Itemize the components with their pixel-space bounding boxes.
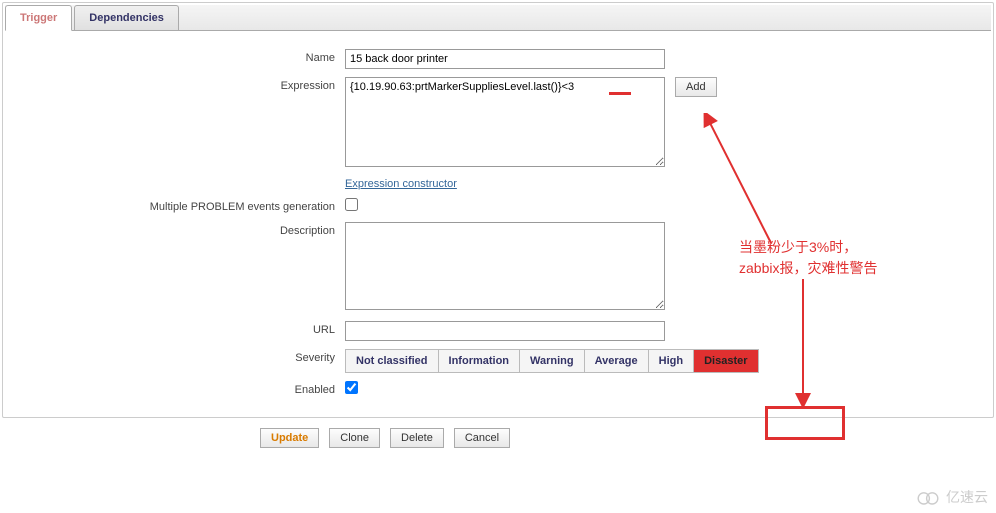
description-label: Description xyxy=(15,222,345,237)
clone-button[interactable]: Clone xyxy=(329,428,380,448)
watermark: 亿速云 xyxy=(914,487,988,507)
severity-group: Not classified Information Warning Avera… xyxy=(345,349,759,373)
severity-high[interactable]: High xyxy=(649,350,694,372)
severity-warning[interactable]: Warning xyxy=(520,350,585,372)
enabled-checkbox[interactable] xyxy=(345,381,358,394)
severity-not-classified[interactable]: Not classified xyxy=(346,350,439,372)
expression-constructor-link[interactable]: Expression constructor xyxy=(345,178,457,190)
name-input[interactable] xyxy=(345,49,665,69)
url-label: URL xyxy=(15,321,345,336)
multiple-problem-checkbox[interactable] xyxy=(345,198,358,211)
enabled-label: Enabled xyxy=(15,381,345,396)
update-button[interactable]: Update xyxy=(260,428,319,448)
name-label: Name xyxy=(15,49,345,64)
severity-information[interactable]: Information xyxy=(439,350,521,372)
delete-button[interactable]: Delete xyxy=(390,428,444,448)
url-input[interactable] xyxy=(345,321,665,341)
expression-input[interactable]: {10.19.90.63:prtMarkerSuppliesLevel.last… xyxy=(345,77,665,167)
tab-dependencies[interactable]: Dependencies xyxy=(74,5,179,30)
add-button[interactable]: Add xyxy=(675,77,717,97)
annotation-text: 当墨粉少于3%时， zabbix报，灾难性警告 xyxy=(739,237,877,279)
tabs-bar: Trigger Dependencies xyxy=(5,5,991,31)
multiple-problem-label: Multiple PROBLEM events generation xyxy=(15,198,345,213)
description-input[interactable] xyxy=(345,222,665,310)
form-area: Name Expression {10.19.90.63:prtMarkerSu… xyxy=(5,31,991,415)
button-bar: Update Clone Delete Cancel xyxy=(0,420,996,456)
expression-label: Expression xyxy=(15,77,345,92)
cancel-button[interactable]: Cancel xyxy=(454,428,510,448)
severity-label: Severity xyxy=(15,349,345,364)
severity-average[interactable]: Average xyxy=(585,350,649,372)
tab-trigger[interactable]: Trigger xyxy=(5,5,72,31)
expression-highlight-underline xyxy=(609,92,631,95)
severity-disaster[interactable]: Disaster xyxy=(694,350,757,372)
